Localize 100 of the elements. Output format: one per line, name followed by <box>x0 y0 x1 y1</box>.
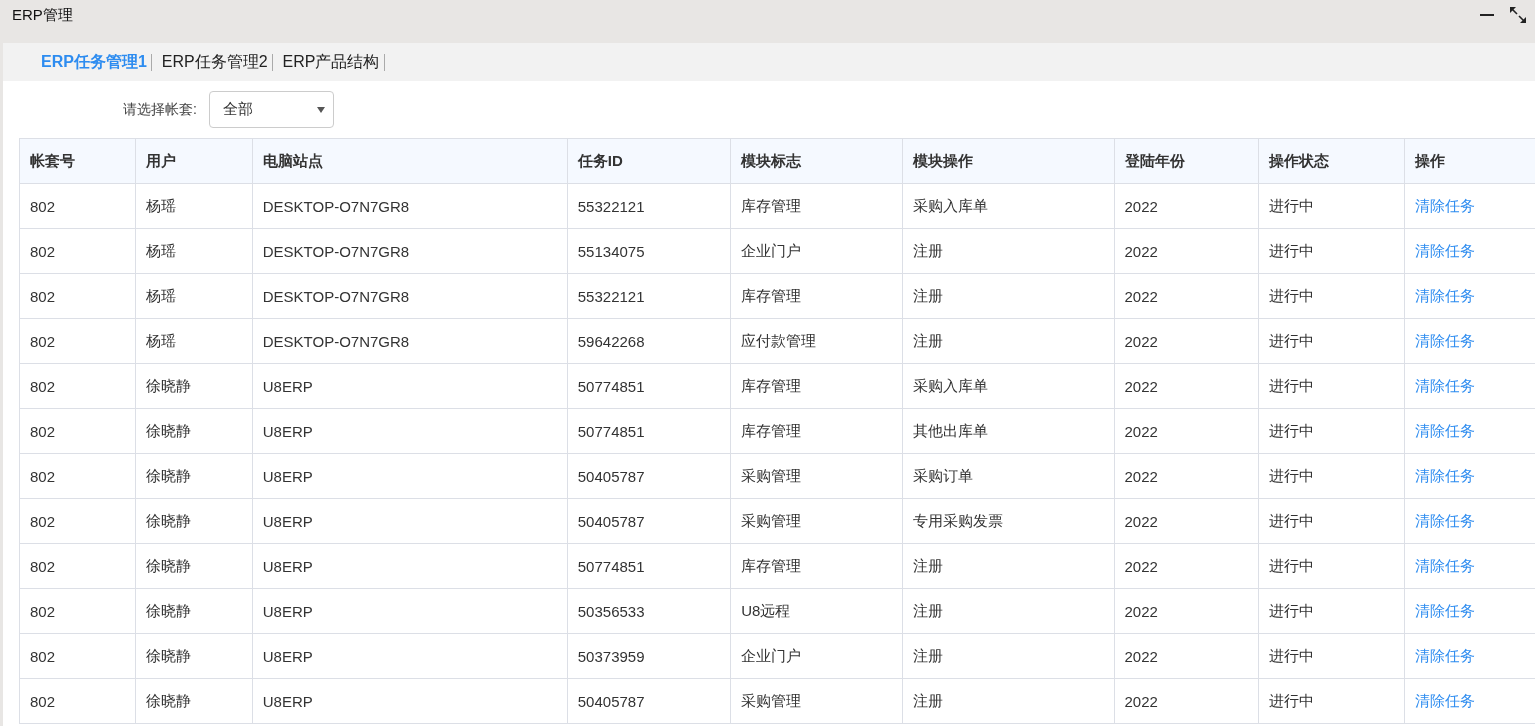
table-cell: 徐晓静 <box>135 543 253 589</box>
table-cell: 采购入库单 <box>902 183 1114 229</box>
table-cell: 进行中 <box>1258 633 1405 679</box>
clear-task-link[interactable]: 清除任务 <box>1415 376 1476 394</box>
table-cell: 2022 <box>1114 678 1259 724</box>
table-cell: 802 <box>19 588 136 634</box>
clear-task-link[interactable]: 清除任务 <box>1415 466 1476 484</box>
table-cell: 50774851 <box>567 363 731 409</box>
table-cell: 2022 <box>1114 453 1259 499</box>
table-cell: 采购订单 <box>902 453 1114 499</box>
table-cell: 专用采购发票 <box>902 498 1114 544</box>
tab[interactable]: ERP任务管理2 <box>159 51 270 73</box>
table-cell: 进行中 <box>1258 543 1405 589</box>
clear-task-link[interactable]: 清除任务 <box>1415 556 1476 574</box>
table-cell: 采购管理 <box>730 678 903 724</box>
clear-task-link[interactable]: 清除任务 <box>1415 511 1476 529</box>
table-cell: 2022 <box>1114 183 1259 229</box>
table-cell: 库存管理 <box>730 408 903 454</box>
table-cell: 2022 <box>1114 408 1259 454</box>
column-header: 操作 <box>1404 138 1535 184</box>
table-cell: 注册 <box>902 318 1114 364</box>
table-cell: 库存管理 <box>730 363 903 409</box>
clear-task-link[interactable]: 清除任务 <box>1415 286 1476 304</box>
window-title: ERP管理 <box>12 6 73 25</box>
column-header: 电脑站点 <box>252 138 568 184</box>
table-cell: 2022 <box>1114 498 1259 544</box>
column-header: 模块标志 <box>730 138 903 184</box>
table-cell: 802 <box>19 228 136 274</box>
table-cell: 2022 <box>1114 228 1259 274</box>
table-cell: DESKTOP-O7N7GR8 <box>252 273 568 319</box>
table-cell: 进行中 <box>1258 228 1405 274</box>
table-cell: 802 <box>19 543 136 589</box>
table-cell: 2022 <box>1114 543 1259 589</box>
table-cell: U8ERP <box>252 633 568 679</box>
table-cell: 库存管理 <box>730 273 903 319</box>
caret-icon <box>316 106 325 113</box>
table-cell: 802 <box>19 183 136 229</box>
clear-task-link[interactable]: 清除任务 <box>1415 646 1476 664</box>
column-header: 帐套号 <box>19 138 136 184</box>
column-header: 用户 <box>135 138 253 184</box>
table-cell: 802 <box>19 453 136 499</box>
table-cell: 50405787 <box>567 678 731 724</box>
table-cell: 50774851 <box>567 543 731 589</box>
tab[interactable]: ERP产品结构 <box>280 51 382 73</box>
table-cell: 注册 <box>902 228 1114 274</box>
table-cell: 55322121 <box>567 273 731 319</box>
tab[interactable]: ERP任务管理1 <box>39 51 149 73</box>
table-cell: 注册 <box>902 678 1114 724</box>
table-cell: 企业门户 <box>730 633 903 679</box>
table-cell: 杨瑶 <box>135 228 253 274</box>
table-cell: 采购入库单 <box>902 363 1114 409</box>
table-cell: 徐晓静 <box>135 678 253 724</box>
clear-task-link[interactable]: 清除任务 <box>1415 196 1476 214</box>
clear-task-link[interactable]: 清除任务 <box>1415 241 1476 259</box>
table-cell: 2022 <box>1114 363 1259 409</box>
table-cell: 徐晓静 <box>135 633 253 679</box>
table-cell: U8ERP <box>252 543 568 589</box>
table-cell: DESKTOP-O7N7GR8 <box>252 183 568 229</box>
table-cell: 采购管理 <box>730 453 903 499</box>
table-cell: 进行中 <box>1258 453 1405 499</box>
table-cell: 进行中 <box>1258 498 1405 544</box>
table-cell: 企业门户 <box>730 228 903 274</box>
table-cell: 50774851 <box>567 408 731 454</box>
table-cell: U8ERP <box>252 408 568 454</box>
table-cell: 库存管理 <box>730 183 903 229</box>
table-cell: 徐晓静 <box>135 363 253 409</box>
table-cell: 杨瑶 <box>135 273 253 319</box>
table-cell: 50373959 <box>567 633 731 679</box>
table-cell: 注册 <box>902 588 1114 634</box>
table-cell: 库存管理 <box>730 543 903 589</box>
table-cell: U8ERP <box>252 453 568 499</box>
table-cell: 802 <box>19 318 136 364</box>
clear-task-link[interactable]: 清除任务 <box>1415 331 1476 349</box>
table-cell: U8ERP <box>252 498 568 544</box>
table-cell: 802 <box>19 633 136 679</box>
column-header: 任务ID <box>567 138 731 184</box>
table-cell: U8ERP <box>252 678 568 724</box>
clear-task-link[interactable]: 清除任务 <box>1415 421 1476 439</box>
table-cell: 2022 <box>1114 273 1259 319</box>
filter-label: 请选择帐套: <box>123 100 197 119</box>
table-cell: 注册 <box>902 633 1114 679</box>
table-cell: 注册 <box>902 543 1114 589</box>
table-cell: 注册 <box>902 273 1114 319</box>
table-cell: 802 <box>19 498 136 544</box>
clear-task-link[interactable]: 清除任务 <box>1415 691 1476 709</box>
column-header: 操作状态 <box>1258 138 1405 184</box>
table-cell: U8ERP <box>252 363 568 409</box>
table-cell: 802 <box>19 408 136 454</box>
table-cell: 802 <box>19 273 136 319</box>
table-cell: 2022 <box>1114 633 1259 679</box>
table-cell: 50405787 <box>567 453 731 499</box>
clear-task-link[interactable]: 清除任务 <box>1415 601 1476 619</box>
account-dropdown[interactable]: 全部 <box>208 91 334 128</box>
table-cell: 进行中 <box>1258 183 1405 229</box>
table-cell: 其他出库单 <box>902 408 1114 454</box>
table-cell: U8ERP <box>252 588 568 634</box>
table-cell: 50405787 <box>567 498 731 544</box>
expand-arrows-icon[interactable] <box>1509 6 1527 24</box>
table-cell: 2022 <box>1114 588 1259 634</box>
table-cell: 杨瑶 <box>135 318 253 364</box>
